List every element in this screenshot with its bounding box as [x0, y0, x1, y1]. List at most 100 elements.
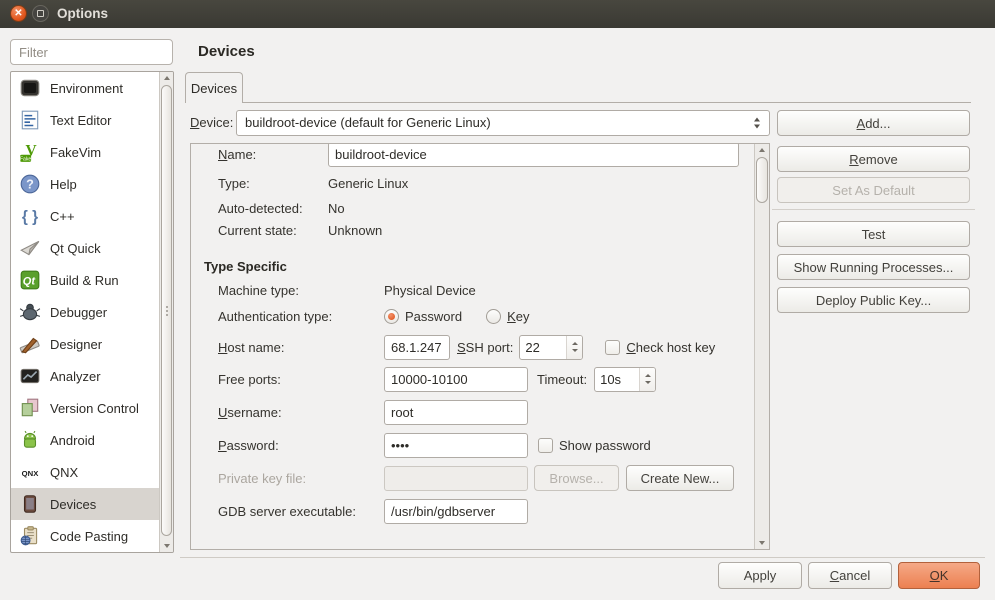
- svg-text:Fake: Fake: [20, 157, 31, 163]
- svg-text:?: ?: [26, 178, 34, 192]
- devices-icon: [19, 493, 41, 515]
- cancel-button[interactable]: Cancel: [808, 562, 892, 589]
- sidebar-item-label: Android: [50, 433, 95, 448]
- timeout-label: Timeout:: [537, 372, 587, 387]
- ssh-port-stepper[interactable]: [519, 335, 583, 360]
- type-value: Generic Linux: [328, 176, 408, 191]
- username-input[interactable]: [384, 400, 528, 425]
- type-specific-heading: Type Specific: [204, 259, 287, 274]
- scroll-down-icon[interactable]: [164, 544, 170, 548]
- sidebar-item-devices[interactable]: Devices: [11, 488, 160, 520]
- browse-button[interactable]: Browse...: [534, 465, 619, 491]
- private-key-file-input[interactable]: [384, 466, 528, 491]
- page-title: Devices: [198, 43, 255, 60]
- ssh-port-label: SSH port:: [457, 340, 513, 355]
- machine-type-label: Machine type:: [218, 283, 384, 298]
- sidebar-list: Environment Text Editor VFake FakeVim ? …: [10, 71, 174, 553]
- gdb-server-executable-label: GDB server executable:: [218, 504, 384, 519]
- name-input[interactable]: [328, 143, 739, 167]
- sidebar-item-qnx[interactable]: QNX QNX: [11, 456, 160, 488]
- version-control-icon: [19, 397, 41, 419]
- machine-type-value: Physical Device: [384, 283, 476, 298]
- sidebar-scroll-thumb[interactable]: [161, 85, 172, 536]
- designer-icon: [19, 333, 41, 355]
- filter-input[interactable]: [10, 39, 173, 65]
- close-icon[interactable]: ✕: [10, 5, 27, 22]
- form-scrollbar[interactable]: [754, 144, 769, 549]
- spinner-arrows-icon[interactable]: [639, 368, 655, 391]
- free-ports-input[interactable]: [384, 367, 528, 392]
- code-pasting-icon: [19, 525, 41, 547]
- create-new-button[interactable]: Create New...: [626, 465, 734, 491]
- form-scroll-thumb[interactable]: [756, 157, 768, 203]
- auth-key-radio[interactable]: [486, 309, 501, 324]
- sidebar-item-label: Help: [50, 177, 77, 192]
- device-combobox[interactable]: buildroot-device (default for Generic Li…: [236, 110, 770, 136]
- sidebar-item-version-control[interactable]: Version Control: [11, 392, 160, 424]
- button-separator: [772, 209, 975, 210]
- current-state-value: Unknown: [328, 223, 382, 238]
- sidebar-item-label: Text Editor: [50, 113, 111, 128]
- help-icon: ?: [19, 173, 41, 195]
- check-host-key-checkbox[interactable]: [605, 340, 620, 355]
- restore-icon[interactable]: [32, 5, 49, 22]
- fakevim-icon: VFake: [19, 141, 41, 163]
- sidebar-item-label: Version Control: [50, 401, 139, 416]
- timeout-stepper[interactable]: [594, 367, 656, 392]
- type-label: Type:: [218, 176, 328, 191]
- auto-detected-label: Auto-detected:: [218, 201, 328, 216]
- text-editor-icon: [19, 109, 41, 131]
- show-password-checkbox[interactable]: [538, 438, 553, 453]
- svg-text:Qt: Qt: [23, 275, 37, 287]
- android-icon: [19, 429, 41, 451]
- sidebar-item-code-pasting[interactable]: Code Pasting: [11, 520, 160, 552]
- sidebar-item-label: Analyzer: [50, 369, 101, 384]
- sidebar-item-qt-quick[interactable]: Qt Quick: [11, 232, 160, 264]
- apply-button[interactable]: Apply: [718, 562, 802, 589]
- deploy-public-key-button[interactable]: Deploy Public Key...: [777, 287, 970, 313]
- footer-separator: [180, 557, 985, 558]
- name-label: Name:: [218, 147, 328, 162]
- scroll-up-icon[interactable]: [164, 76, 170, 80]
- sidebar-item-build-run[interactable]: Qt Build & Run: [11, 264, 160, 296]
- scroll-up-icon[interactable]: [759, 148, 765, 152]
- svg-text:QNX: QNX: [22, 469, 40, 478]
- test-button[interactable]: Test: [777, 221, 970, 247]
- set-as-default-button[interactable]: Set As Default: [777, 177, 970, 203]
- remove-button[interactable]: Remove: [777, 146, 970, 172]
- device-label: Device:: [190, 110, 233, 136]
- username-label: Username:: [218, 405, 384, 420]
- sidebar-item-cpp[interactable]: { } C++: [11, 200, 160, 232]
- sidebar-item-debugger[interactable]: Debugger: [11, 296, 160, 328]
- gdb-server-executable-input[interactable]: [384, 499, 528, 524]
- sidebar-item-help[interactable]: ? Help: [11, 168, 160, 200]
- tab-devices[interactable]: Devices: [185, 72, 243, 103]
- sidebar-scrollbar[interactable]: [159, 72, 173, 552]
- sidebar-item-text-editor[interactable]: Text Editor: [11, 104, 160, 136]
- sidebar-item-android[interactable]: Android: [11, 424, 160, 456]
- sidebar-item-label: Build & Run: [50, 273, 119, 288]
- sidebar-item-analyzer[interactable]: Analyzer: [11, 360, 160, 392]
- sidebar-item-label: Devices: [50, 497, 96, 512]
- sidebar-item-label: Debugger: [50, 305, 107, 320]
- spinner-arrows-icon[interactable]: [566, 336, 582, 359]
- sidebar-item-label: Designer: [50, 337, 102, 352]
- auth-password-radio[interactable]: [384, 309, 399, 324]
- sidebar-item-label: QNX: [50, 465, 78, 480]
- scroll-down-icon[interactable]: [759, 541, 765, 545]
- show-running-processes-button[interactable]: Show Running Processes...: [777, 254, 970, 280]
- show-password-label: Show password: [559, 438, 651, 453]
- password-input[interactable]: [384, 433, 528, 458]
- host-name-input[interactable]: [384, 335, 450, 360]
- tab-baseline: [185, 102, 971, 103]
- add-button[interactable]: Add...: [777, 110, 970, 136]
- auto-detected-value: No: [328, 201, 345, 216]
- ok-button[interactable]: OK: [898, 562, 980, 589]
- sidebar-item-environment[interactable]: Environment: [11, 72, 160, 104]
- sidebar-item-designer[interactable]: Designer: [11, 328, 160, 360]
- current-state-label: Current state:: [218, 223, 328, 238]
- analyzer-icon: [19, 365, 41, 387]
- sidebar-item-label: C++: [50, 209, 75, 224]
- window-title: Options: [57, 0, 108, 28]
- sidebar-item-fakevim[interactable]: VFake FakeVim: [11, 136, 160, 168]
